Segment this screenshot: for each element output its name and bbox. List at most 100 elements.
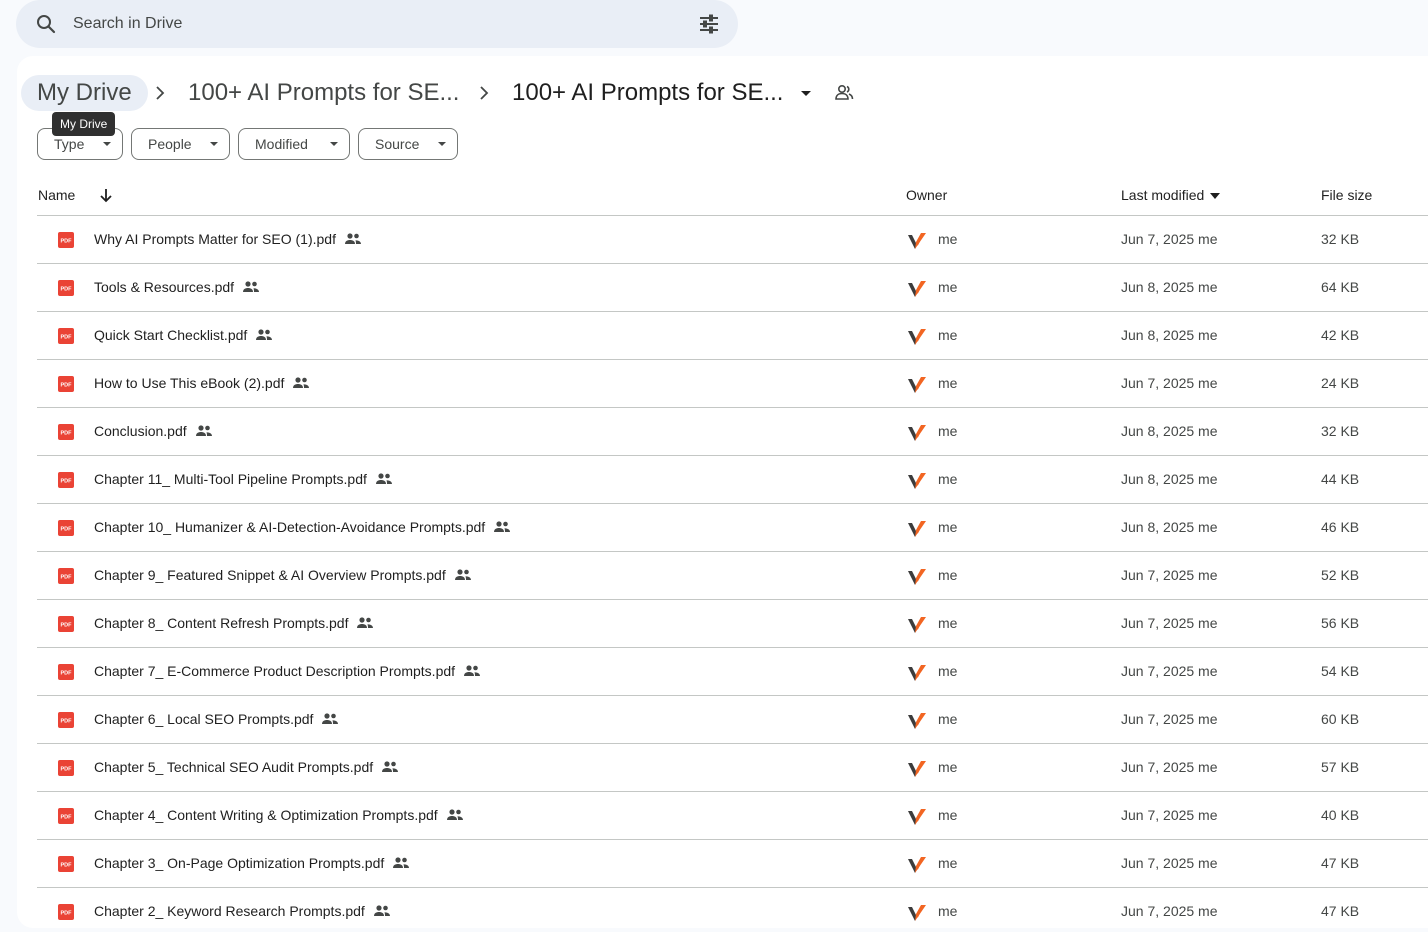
file-name[interactable]: Chapter 6_ Local SEO Prompts.pdf <box>94 711 339 727</box>
file-name[interactable]: Chapter 4_ Content Writing & Optimizatio… <box>94 807 464 823</box>
file-name-text: Conclusion.pdf <box>94 423 187 439</box>
pdf-file-icon: PDF <box>58 520 74 536</box>
file-name[interactable]: Chapter 11_ Multi-Tool Pipeline Prompts.… <box>94 471 393 487</box>
owner-avatar[interactable] <box>906 566 928 588</box>
sort-direction-arrow-icon[interactable] <box>97 186 115 204</box>
breadcrumb-parent-folder[interactable]: 100+ AI Prompts for SE... <box>188 75 459 111</box>
shared-people-icon <box>373 905 390 916</box>
svg-text:PDF: PDF <box>61 623 73 629</box>
owner-avatar[interactable] <box>906 518 928 540</box>
file-name[interactable]: Chapter 3_ On-Page Optimization Prompts.… <box>94 855 410 871</box>
file-name-text: Chapter 4_ Content Writing & Optimizatio… <box>94 807 438 823</box>
file-row[interactable]: PDF Chapter 7_ E-Commerce Product Descri… <box>37 648 1428 696</box>
column-header-owner[interactable]: Owner <box>906 187 947 203</box>
file-name[interactable]: Tools & Resources.pdf <box>94 279 260 295</box>
file-name[interactable]: Chapter 5_ Technical SEO Audit Prompts.p… <box>94 759 399 775</box>
owner-avatar[interactable] <box>906 326 928 348</box>
file-name[interactable]: How to Use This eBook (2).pdf <box>94 375 310 391</box>
file-row[interactable]: PDF Why AI Prompts Matter for SEO (1).pd… <box>37 216 1428 264</box>
owner-avatar[interactable] <box>906 902 928 924</box>
file-name[interactable]: Quick Start Checklist.pdf <box>94 327 273 343</box>
search-icon[interactable] <box>34 12 58 36</box>
search-bar[interactable] <box>16 0 738 48</box>
file-row[interactable]: PDF Chapter 8_ Content Refresh Prompts.p… <box>37 600 1428 648</box>
shared-people-icon <box>446 809 463 820</box>
file-row[interactable]: PDF How to Use This eBook (2).pdf me Jun… <box>37 360 1428 408</box>
last-modified: Jun 7, 2025 me <box>1121 807 1218 823</box>
pdf-file-icon: PDF <box>58 616 74 632</box>
file-name[interactable]: Why AI Prompts Matter for SEO (1).pdf <box>94 231 362 247</box>
owner-avatar[interactable] <box>906 470 928 492</box>
last-modified: Jun 8, 2025 me <box>1121 423 1218 439</box>
last-modified: Jun 7, 2025 me <box>1121 567 1218 583</box>
file-row[interactable]: PDF Chapter 3_ On-Page Optimization Prom… <box>37 840 1428 888</box>
svg-text:PDF: PDF <box>61 527 73 533</box>
search-options-icon[interactable] <box>697 12 721 36</box>
file-row[interactable]: PDF Quick Start Checklist.pdf me Jun 8, … <box>37 312 1428 360</box>
svg-text:PDF: PDF <box>61 479 73 485</box>
file-row[interactable]: PDF Chapter 2_ Keyword Research Prompts.… <box>37 888 1428 928</box>
breadcrumb-current-folder[interactable]: 100+ AI Prompts for SE... <box>512 75 783 111</box>
file-row[interactable]: PDF Chapter 10_ Humanizer & AI-Detection… <box>37 504 1428 552</box>
svg-text:PDF: PDF <box>61 911 73 917</box>
owner-avatar[interactable] <box>906 806 928 828</box>
filter-source-chip[interactable]: Source <box>358 128 458 160</box>
owner-avatar[interactable] <box>906 230 928 252</box>
pdf-file-icon: PDF <box>58 472 74 488</box>
file-name[interactable]: Chapter 7_ E-Commerce Product Descriptio… <box>94 663 481 679</box>
filter-people-chip[interactable]: People <box>131 128 230 160</box>
file-name[interactable]: Chapter 8_ Content Refresh Prompts.pdf <box>94 615 374 631</box>
chevron-down-icon <box>103 142 111 146</box>
last-modified: Jun 8, 2025 me <box>1121 327 1218 343</box>
column-header-file-size[interactable]: File size <box>1321 187 1372 203</box>
file-name[interactable]: Chapter 9_ Featured Snippet & AI Overvie… <box>94 567 472 583</box>
owner-name: me <box>938 471 958 487</box>
file-name[interactable]: Chapter 10_ Humanizer & AI-Detection-Avo… <box>94 519 511 535</box>
chevron-down-icon <box>330 142 338 146</box>
file-name[interactable]: Conclusion.pdf <box>94 423 213 439</box>
caret-down-icon <box>1210 193 1221 200</box>
pdf-file-icon: PDF <box>58 280 74 296</box>
owner-avatar[interactable] <box>906 614 928 636</box>
file-row[interactable]: PDF Chapter 5_ Technical SEO Audit Promp… <box>37 744 1428 792</box>
owner-avatar[interactable] <box>906 422 928 444</box>
owner-name: me <box>938 615 958 631</box>
owner-name: me <box>938 519 958 535</box>
folder-menu-caret-icon[interactable] <box>795 82 817 104</box>
last-modified: Jun 7, 2025 me <box>1121 231 1218 247</box>
file-row[interactable]: PDF Chapter 4_ Content Writing & Optimiz… <box>37 792 1428 840</box>
owner-name: me <box>938 567 958 583</box>
shared-people-icon <box>382 761 399 772</box>
main-panel: My Drive 100+ AI Prompts for SE... 100+ … <box>17 56 1428 928</box>
shared-folder-icon[interactable] <box>833 82 855 104</box>
file-list: PDF Why AI Prompts Matter for SEO (1).pd… <box>37 216 1428 928</box>
file-name-text: Why AI Prompts Matter for SEO (1).pdf <box>94 231 336 247</box>
search-input[interactable] <box>73 12 673 36</box>
chip-label: Source <box>375 136 420 152</box>
breadcrumb-my-drive[interactable]: My Drive <box>21 75 148 111</box>
chevron-right-icon <box>480 86 489 100</box>
owner-avatar[interactable] <box>906 710 928 732</box>
file-size: 54 KB <box>1321 663 1360 679</box>
column-header-name[interactable]: Name <box>38 187 75 203</box>
column-header-last-modified[interactable]: Last modified <box>1121 187 1221 203</box>
owner-avatar[interactable] <box>906 662 928 684</box>
file-row[interactable]: PDF Chapter 6_ Local SEO Prompts.pdf me … <box>37 696 1428 744</box>
owner-avatar[interactable] <box>906 374 928 396</box>
file-row[interactable]: PDF Tools & Resources.pdf me Jun 8, 2025… <box>37 264 1428 312</box>
owner-avatar[interactable] <box>906 278 928 300</box>
last-modified: Jun 7, 2025 me <box>1121 375 1218 391</box>
owner-avatar[interactable] <box>906 854 928 876</box>
file-name[interactable]: Chapter 2_ Keyword Research Prompts.pdf <box>94 903 391 919</box>
shared-people-icon <box>344 233 361 244</box>
owner-avatar[interactable] <box>906 758 928 780</box>
svg-text:PDF: PDF <box>61 335 73 341</box>
file-row[interactable]: PDF Chapter 9_ Featured Snippet & AI Ove… <box>37 552 1428 600</box>
file-size: 32 KB <box>1321 423 1360 439</box>
file-size: 40 KB <box>1321 807 1360 823</box>
file-row[interactable]: PDF Chapter 11_ Multi-Tool Pipeline Prom… <box>37 456 1428 504</box>
file-size: 24 KB <box>1321 375 1360 391</box>
filter-modified-chip[interactable]: Modified <box>238 128 350 160</box>
tooltip: My Drive <box>52 112 116 136</box>
file-row[interactable]: PDF Conclusion.pdf me Jun 8, 2025 me 32 … <box>37 408 1428 456</box>
